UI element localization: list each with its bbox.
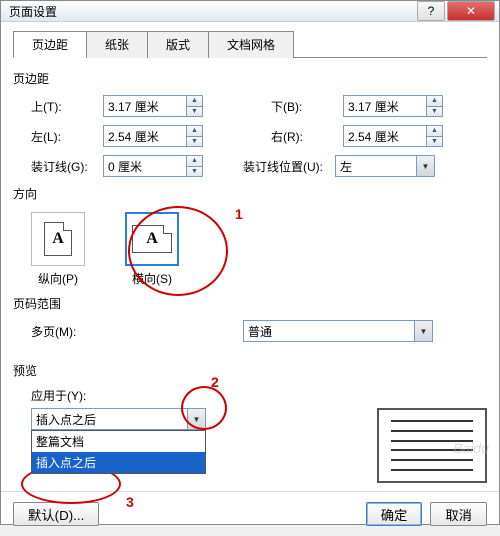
multipage-label: 多页(M): xyxy=(13,323,103,340)
apply-to-value: 插入点之后 xyxy=(32,411,187,428)
tab-paper[interactable]: 纸张 xyxy=(86,31,148,58)
ok-button[interactable]: 确定 xyxy=(366,502,423,526)
apply-to-list: 整篇文档 插入点之后 xyxy=(31,430,206,474)
top-margin-input[interactable]: 3.17 厘米 ▲▼ xyxy=(103,95,203,117)
bottom-margin-input[interactable]: 3.17 厘米 ▲▼ xyxy=(343,95,443,117)
page-setup-dialog: 页面设置 ? ✕ 页边距 纸张 版式 文档网格 页边距 上(T): 3.17 厘… xyxy=(0,0,500,525)
tab-margins[interactable]: 页边距 xyxy=(13,31,87,58)
left-margin-spinner[interactable]: ▲▼ xyxy=(186,126,202,146)
left-margin-value: 2.54 厘米 xyxy=(104,128,186,145)
page-range-section-label: 页码范围 xyxy=(13,295,487,312)
landscape-page-icon: A xyxy=(132,225,172,253)
orientation-section-label: 方向 xyxy=(13,185,487,202)
chevron-down-icon: ▼ xyxy=(414,321,432,341)
multipage-dropdown[interactable]: 普通 ▼ xyxy=(243,320,433,342)
bottom-label: 下(B): xyxy=(253,98,343,115)
apply-to-dropdown[interactable]: 插入点之后 ▼ xyxy=(31,408,206,430)
tab-strip: 页边距 纸张 版式 文档网格 xyxy=(13,30,487,58)
top-label: 上(T): xyxy=(13,98,103,115)
window-title: 页面设置 xyxy=(9,3,417,20)
gutter-input[interactable]: 0 厘米 ▲▼ xyxy=(103,155,203,177)
apply-option-whole-doc[interactable]: 整篇文档 xyxy=(32,431,205,452)
right-margin-value: 2.54 厘米 xyxy=(344,128,426,145)
top-margin-value: 3.17 厘米 xyxy=(104,98,186,115)
tab-grid[interactable]: 文档网格 xyxy=(208,31,294,58)
chevron-down-icon: ▼ xyxy=(187,409,205,429)
top-margin-spinner[interactable]: ▲▼ xyxy=(186,96,202,116)
bottom-margin-value: 3.17 厘米 xyxy=(344,98,426,115)
left-margin-input[interactable]: 2.54 厘米 ▲▼ xyxy=(103,125,203,147)
landscape-label: 横向(S) xyxy=(132,270,172,287)
gutter-pos-dropdown[interactable]: 左 ▼ xyxy=(335,155,435,177)
gutter-label: 装订线(G): xyxy=(13,158,103,175)
cancel-button[interactable]: 取消 xyxy=(430,502,487,526)
orientation-landscape[interactable]: A xyxy=(125,212,179,266)
help-button[interactable]: ? xyxy=(417,1,445,21)
multipage-value: 普通 xyxy=(244,323,414,340)
tab-layout[interactable]: 版式 xyxy=(147,31,209,58)
preview-section-label: 预览 xyxy=(13,362,487,379)
gutter-pos-label: 装订线位置(U): xyxy=(225,158,335,175)
dialog-footer: 默认(D)... 确定 取消 xyxy=(1,491,499,536)
portrait-page-icon: A xyxy=(44,222,72,256)
gutter-value: 0 厘米 xyxy=(104,158,186,175)
default-button[interactable]: 默认(D)... xyxy=(13,502,99,526)
left-label: 左(L): xyxy=(13,128,103,145)
right-label: 右(R): xyxy=(253,128,343,145)
bottom-margin-spinner[interactable]: ▲▼ xyxy=(426,96,442,116)
apply-to-label: 应用于(Y): xyxy=(31,387,86,404)
close-button[interactable]: ✕ xyxy=(447,1,495,21)
apply-option-after-insert[interactable]: 插入点之后 xyxy=(32,452,205,473)
titlebar: 页面设置 ? ✕ xyxy=(1,1,499,22)
annotation-num-1: 1 xyxy=(235,206,243,222)
margins-section-label: 页边距 xyxy=(13,70,487,87)
orientation-portrait[interactable]: A xyxy=(31,212,85,266)
gutter-pos-value: 左 xyxy=(336,158,416,175)
right-margin-input[interactable]: 2.54 厘米 ▲▼ xyxy=(343,125,443,147)
chevron-down-icon: ▼ xyxy=(416,156,434,176)
right-margin-spinner[interactable]: ▲▼ xyxy=(426,126,442,146)
portrait-label: 纵向(P) xyxy=(38,270,78,287)
gutter-spinner[interactable]: ▲▼ xyxy=(186,156,202,176)
page-preview xyxy=(377,408,487,483)
